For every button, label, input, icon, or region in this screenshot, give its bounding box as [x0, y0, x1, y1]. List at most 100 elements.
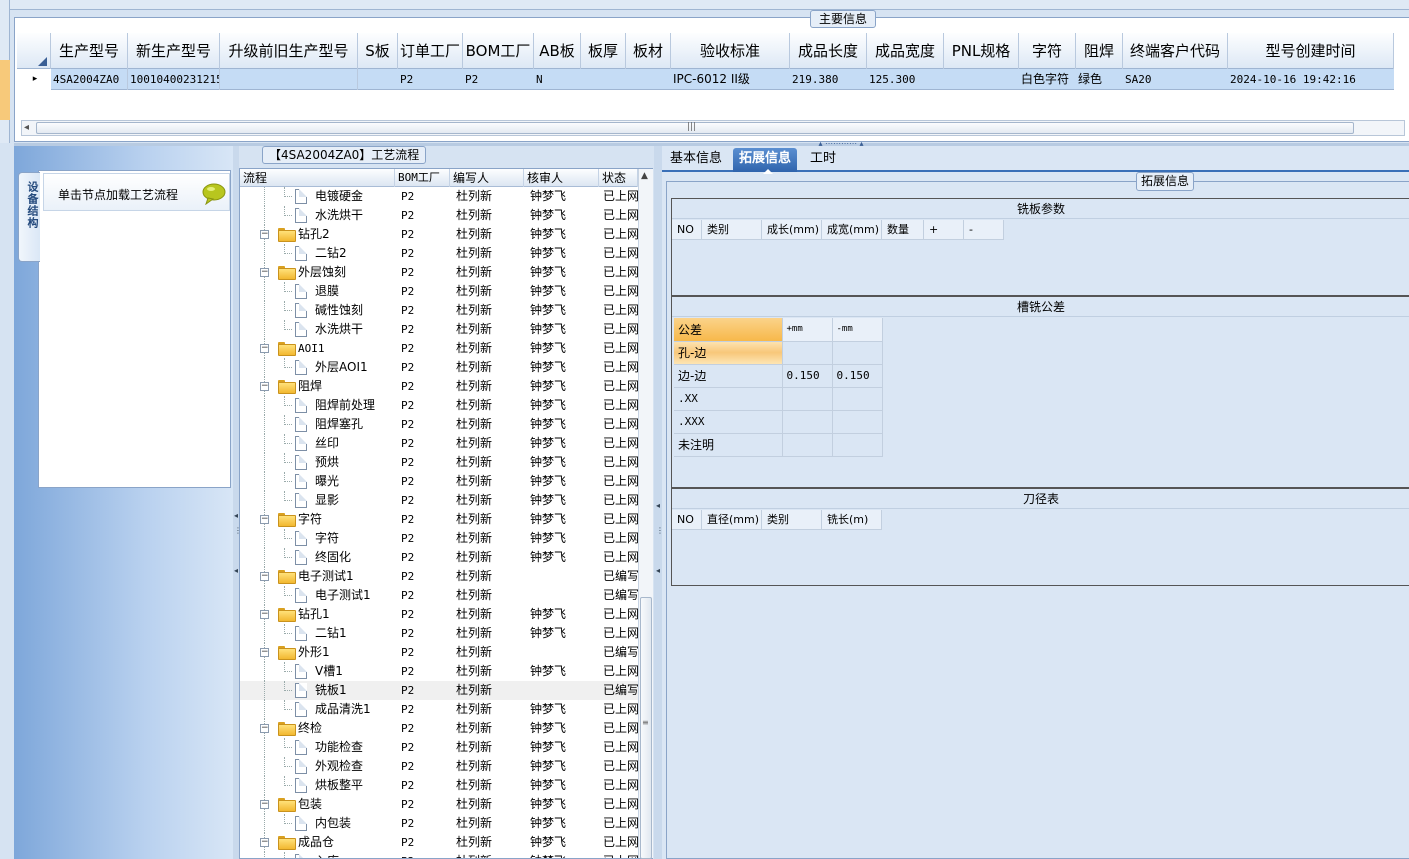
- tree-row[interactable]: 预烘 P2 杜列新 钟梦飞 已上网: [240, 453, 638, 472]
- tree-node[interactable]: − AOI1: [240, 339, 395, 358]
- column-header[interactable]: 字符: [1019, 33, 1076, 69]
- tree-row[interactable]: 电镀硬金 P2 杜列新 钟梦飞 已上网: [240, 187, 638, 206]
- tree-node[interactable]: 丝印: [240, 434, 395, 453]
- tree-node[interactable]: 烘板整平: [240, 776, 395, 795]
- collapse-icon[interactable]: −: [260, 800, 269, 809]
- tree-row[interactable]: 显影 P2 杜列新 钟梦飞 已上网: [240, 491, 638, 510]
- tree-row[interactable]: 电子测试1 P2 杜列新 已编写: [240, 586, 638, 605]
- hint-header[interactable]: 单击节点加载工艺流程: [43, 173, 230, 211]
- column-header[interactable]: 新生产型号: [128, 33, 220, 69]
- tree-node[interactable]: 显影: [240, 491, 395, 510]
- tree-row[interactable]: − 外形1 P2 杜列新 已编写: [240, 643, 638, 662]
- collapse-icon[interactable]: −: [260, 344, 269, 353]
- tolerance-value-cell[interactable]: [782, 387, 833, 411]
- column-header[interactable]: 成品宽度: [867, 33, 944, 69]
- grid-cell[interactable]: 219.380: [790, 69, 867, 90]
- collapse-left-icon[interactable]: ◂: [656, 501, 660, 510]
- tree-node[interactable]: 水洗烘干: [240, 320, 395, 339]
- tolerance-value-cell[interactable]: [832, 410, 883, 434]
- tree-row[interactable]: − 成品仓 P2 杜列新 钟梦飞 已上网: [240, 833, 638, 852]
- tree-row[interactable]: 入库 P2杜列新钟梦飞已上网: [240, 852, 638, 858]
- tree-node[interactable]: 外观检查: [240, 757, 395, 776]
- tree-node[interactable]: − 钻孔2: [240, 225, 395, 244]
- tree-node[interactable]: 碱性蚀刻: [240, 301, 395, 320]
- mill-param-column-header[interactable]: 成宽(mm): [822, 220, 882, 240]
- tree-node[interactable]: 二钻1: [240, 624, 395, 643]
- tree-node[interactable]: − 阻焊: [240, 377, 395, 396]
- mill-param-column-header[interactable]: NO: [672, 220, 702, 240]
- tolerance-value-cell[interactable]: 0.150: [832, 364, 883, 388]
- tree-row[interactable]: 功能检查 P2 杜列新 钟梦飞 已上网: [240, 738, 638, 757]
- tree-node[interactable]: 外层AOI1: [240, 358, 395, 377]
- collapse-icon[interactable]: −: [260, 648, 269, 657]
- tree-row[interactable]: 字符 P2 杜列新 钟梦飞 已上网: [240, 529, 638, 548]
- tree-node[interactable]: 曝光: [240, 472, 395, 491]
- collapse-icon[interactable]: −: [260, 838, 269, 847]
- grid-cell[interactable]: 2024-10-16 19:42:16: [1228, 69, 1394, 90]
- grid-cell[interactable]: N: [534, 69, 581, 90]
- tolerance-value-cell[interactable]: [782, 341, 833, 365]
- tree-node[interactable]: 电子测试1: [240, 586, 395, 605]
- collapse-icon[interactable]: −: [260, 230, 269, 239]
- tool-column-header[interactable]: 铣长(m): [822, 510, 882, 530]
- tab-work-hours[interactable]: 工时: [804, 148, 842, 172]
- tab-device-structure[interactable]: 设备结构: [18, 172, 40, 262]
- grid-cell[interactable]: [581, 69, 626, 90]
- grid-cell[interactable]: 4SA2004ZA0: [51, 69, 128, 90]
- tree-node[interactable]: 阻焊塞孔: [240, 415, 395, 434]
- tolerance-value-cell[interactable]: [782, 410, 833, 434]
- grid-cell[interactable]: P2: [463, 69, 534, 90]
- tree-node[interactable]: 字符: [240, 529, 395, 548]
- tree-node[interactable]: 退膜: [240, 282, 395, 301]
- grid-cell[interactable]: [220, 69, 358, 90]
- tree-row[interactable]: 内包装 P2 杜列新 钟梦飞 已上网: [240, 814, 638, 833]
- grid-cell[interactable]: [626, 69, 671, 90]
- tree-row[interactable]: 碱性蚀刻 P2 杜列新 钟梦飞 已上网: [240, 301, 638, 320]
- tree-row[interactable]: − 终检 P2 杜列新 钟梦飞 已上网: [240, 719, 638, 738]
- collapse-icon[interactable]: −: [260, 515, 269, 524]
- tree-row[interactable]: 外层AOI1 P2 杜列新 钟梦飞 已上网: [240, 358, 638, 377]
- tree-row[interactable]: 成品清洗1 P2 杜列新 钟梦飞 已上网: [240, 700, 638, 719]
- tree-row[interactable]: 阻焊塞孔 P2 杜列新 钟梦飞 已上网: [240, 415, 638, 434]
- tree-node[interactable]: − 电子测试1: [240, 567, 395, 586]
- tree-row[interactable]: − 钻孔2 P2 杜列新 钟梦飞 已上网: [240, 225, 638, 244]
- tree-column-header[interactable]: 流程: [240, 169, 395, 187]
- tree-row[interactable]: 二钻1 P2 杜列新 钟梦飞 已上网: [240, 624, 638, 643]
- tolerance-value-cell[interactable]: [832, 341, 883, 365]
- grid-cell[interactable]: 绿色: [1076, 69, 1123, 90]
- tree-node[interactable]: − 外层蚀刻: [240, 263, 395, 282]
- main-grid-row[interactable]: ▸ 4SA2004ZA0 10010400231215 P2 P2 N IPC-6012 I…: [17, 69, 1394, 90]
- tree-body[interactable]: 电镀硬金 P2 杜列新 钟梦飞 已上网 水洗烘干 P2 杜列新 钟梦飞 已上网 − 钻孔2 P2 杜列新钟…: [240, 187, 638, 858]
- main-grid-hscrollbar[interactable]: ◂ |||: [21, 120, 1405, 136]
- tolerance-value-cell[interactable]: 0.150: [782, 364, 833, 388]
- tree-row[interactable]: − 字符 P2 杜列新 钟梦飞 已上网: [240, 510, 638, 529]
- grid-cell[interactable]: SA20: [1123, 69, 1228, 90]
- scroll-left-arrow-icon[interactable]: ◂: [24, 121, 29, 135]
- tree-row[interactable]: − AOI1 P2 杜列新 钟梦飞 已上网: [240, 339, 638, 358]
- column-header[interactable]: 成品长度: [790, 33, 867, 69]
- tree-row[interactable]: − 包装 P2 杜列新 钟梦飞 已上网: [240, 795, 638, 814]
- tree-node[interactable]: 功能检查: [240, 738, 395, 757]
- tree-row[interactable]: − 电子测试1 P2 杜列新 已编写: [240, 567, 638, 586]
- column-header[interactable]: 型号创建时间: [1228, 33, 1394, 69]
- tree-row[interactable]: 水洗烘干 P2 杜列新 钟梦飞 已上网: [240, 320, 638, 339]
- tool-column-header[interactable]: NO: [672, 510, 702, 530]
- grid-cell[interactable]: 10010400231215: [128, 69, 220, 90]
- column-header[interactable]: 订单工厂: [398, 33, 463, 69]
- column-header[interactable]: S板: [358, 33, 398, 69]
- tree-row[interactable]: 水洗烘干 P2 杜列新 钟梦飞 已上网: [240, 206, 638, 225]
- grid-cell[interactable]: 125.300: [867, 69, 944, 90]
- grid-cell[interactable]: 白色字符: [1019, 69, 1076, 90]
- hscroll-thumb[interactable]: |||: [36, 122, 1354, 134]
- tree-row[interactable]: − 阻焊 P2 杜列新 钟梦飞 已上网: [240, 377, 638, 396]
- tree-node[interactable]: − 钻孔1: [240, 605, 395, 624]
- column-header[interactable]: BOM工厂: [463, 33, 534, 69]
- tree-node[interactable]: 终固化: [240, 548, 395, 567]
- tree-node[interactable]: 成品清洗1: [240, 700, 395, 719]
- tolerance-value-cell[interactable]: [782, 433, 833, 457]
- tree-column-header[interactable]: 状态: [599, 169, 638, 187]
- tree-row[interactable]: V槽1 P2 杜列新 钟梦飞 已上网: [240, 662, 638, 681]
- tree-row[interactable]: 烘板整平 P2 杜列新 钟梦飞 已上网: [240, 776, 638, 795]
- tree-row[interactable]: − 外层蚀刻 P2 杜列新 钟梦飞 已上网: [240, 263, 638, 282]
- tree-node[interactable]: 预烘: [240, 453, 395, 472]
